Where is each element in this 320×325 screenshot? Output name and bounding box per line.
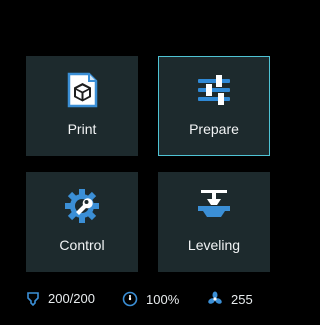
nozzle-temp-value: 200/200 bbox=[48, 291, 95, 306]
status-bar: 200/200 100% 255 bbox=[0, 282, 277, 312]
speedometer-icon bbox=[122, 291, 138, 307]
speed-status: 100% bbox=[122, 291, 179, 307]
prepare-label: Prepare bbox=[189, 121, 239, 137]
prepare-button[interactable]: Prepare bbox=[158, 56, 270, 156]
leveling-button[interactable]: Leveling bbox=[158, 172, 270, 272]
control-label: Control bbox=[59, 237, 105, 253]
leveling-label: Leveling bbox=[187, 237, 241, 253]
speed-value: 100% bbox=[146, 291, 180, 307]
fan-icon bbox=[207, 291, 223, 307]
nozzle-temp-status: 200/200 bbox=[26, 291, 95, 306]
fan-value: 255 bbox=[231, 291, 253, 307]
gear-wrench-icon bbox=[63, 187, 101, 225]
leveling-icon bbox=[195, 187, 233, 225]
print-label: Print bbox=[67, 121, 97, 137]
print-file-icon bbox=[63, 71, 101, 109]
nozzle-icon bbox=[26, 291, 40, 306]
print-button[interactable]: Print bbox=[26, 56, 138, 156]
fan-status: 255 bbox=[207, 291, 253, 307]
control-button[interactable]: Control bbox=[26, 172, 138, 272]
sliders-icon bbox=[195, 71, 233, 109]
